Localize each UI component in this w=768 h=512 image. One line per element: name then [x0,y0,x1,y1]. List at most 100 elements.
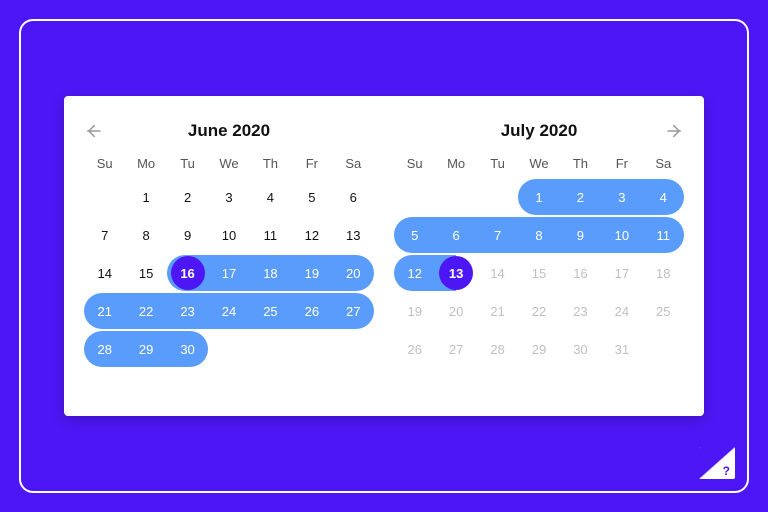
day-cell[interactable]: 8 [125,217,166,253]
weekday: Mo [435,156,476,171]
day-cell[interactable]: 20 [333,255,374,291]
weekday: Fr [291,156,332,171]
day-empty [643,331,684,367]
day-cell[interactable]: 29 [125,331,166,367]
day-cell[interactable]: 12 [291,217,332,253]
day-cell[interactable]: 10 [208,217,249,253]
weekday: Sa [333,156,374,171]
day-cell[interactable]: 7 [84,217,125,253]
day-cell[interactable]: 13 [435,255,476,291]
month-grid: 1234567891011121314151617181920212223242… [84,179,374,367]
month-grid: 1234567891011121314151617181920212223242… [394,179,684,367]
next-month-button[interactable] [662,118,688,144]
day-cell[interactable]: 1 [125,179,166,215]
day-cell[interactable]: 29 [518,331,559,367]
day-empty [435,179,476,215]
day-cell[interactable]: 2 [167,179,208,215]
day-cell[interactable]: 18 [250,255,291,291]
day-cell[interactable]: 17 [601,255,642,291]
day-cell[interactable]: 21 [84,293,125,329]
day-cell[interactable]: 25 [643,293,684,329]
day-cell[interactable]: 19 [394,293,435,329]
week-row: 123456 [84,179,374,215]
day-cell[interactable]: 23 [167,293,208,329]
day-cell[interactable]: 8 [518,217,559,253]
day-cell[interactable]: 14 [477,255,518,291]
day-cell[interactable]: 5 [291,179,332,215]
prev-month-button[interactable] [80,118,106,144]
day-cell[interactable]: 1 [518,179,559,215]
help-button[interactable]: ? [697,445,737,481]
day-cell[interactable]: 6 [435,217,476,253]
week-row: 14151617181920 [84,255,374,291]
day-cell[interactable]: 16 [560,255,601,291]
weekday: Tu [477,156,518,171]
day-cell[interactable]: 30 [560,331,601,367]
arrow-left-icon [83,121,103,141]
weekday: Th [560,156,601,171]
weekday: Fr [601,156,642,171]
day-cell[interactable]: 17 [208,255,249,291]
day-cell[interactable]: 30 [167,331,208,367]
week-row: 78910111213 [84,217,374,253]
day-cell[interactable]: 22 [125,293,166,329]
week-row: 1234 [394,179,684,215]
week-row: 282930 [84,331,374,367]
day-empty [84,179,125,215]
outer-frame: June 2020 Su Mo Tu We Th Fr Sa 123456789… [19,19,749,493]
day-cell[interactable]: 6 [333,179,374,215]
month-title: June 2020 [188,121,270,141]
day-cell[interactable]: 23 [560,293,601,329]
day-cell[interactable]: 2 [560,179,601,215]
day-cell[interactable]: 19 [291,255,332,291]
day-cell[interactable]: 13 [333,217,374,253]
weekday-row: Su Mo Tu We Th Fr Sa [394,156,684,171]
day-empty [291,331,332,367]
day-cell[interactable]: 26 [291,293,332,329]
weekday: Sa [643,156,684,171]
day-cell[interactable]: 11 [250,217,291,253]
day-cell[interactable]: 26 [394,331,435,367]
weekday: We [208,156,249,171]
day-cell[interactable]: 9 [167,217,208,253]
day-cell[interactable]: 16 [167,255,208,291]
day-cell[interactable]: 31 [601,331,642,367]
day-cell[interactable]: 10 [601,217,642,253]
day-cell[interactable]: 11 [643,217,684,253]
day-cell[interactable]: 24 [208,293,249,329]
day-cell[interactable]: 4 [250,179,291,215]
day-cell[interactable]: 22 [518,293,559,329]
day-cell[interactable]: 15 [125,255,166,291]
week-row: 19202122232425 [394,293,684,329]
day-cell[interactable]: 21 [477,293,518,329]
weekday-row: Su Mo Tu We Th Fr Sa [84,156,374,171]
day-cell[interactable]: 14 [84,255,125,291]
week-row: 12131415161718 [394,255,684,291]
day-cell[interactable]: 28 [477,331,518,367]
day-cell[interactable]: 12 [394,255,435,291]
day-cell[interactable]: 7 [477,217,518,253]
day-cell[interactable]: 3 [601,179,642,215]
day-cell[interactable]: 15 [518,255,559,291]
date-range-picker: June 2020 Su Mo Tu We Th Fr Sa 123456789… [64,96,704,416]
day-cell[interactable]: 5 [394,217,435,253]
day-cell[interactable]: 27 [435,331,476,367]
day-cell[interactable]: 4 [643,179,684,215]
day-cell[interactable]: 28 [84,331,125,367]
day-cell[interactable]: 25 [250,293,291,329]
day-cell[interactable]: 20 [435,293,476,329]
day-cell[interactable]: 27 [333,293,374,329]
weekday: Su [394,156,435,171]
week-row: 567891011 [394,217,684,253]
day-cell[interactable]: 9 [560,217,601,253]
help-icon: ? [723,464,730,478]
month-header: June 2020 [84,118,374,144]
day-cell[interactable]: 18 [643,255,684,291]
month-left: June 2020 Su Mo Tu We Th Fr Sa 123456789… [84,118,374,400]
day-empty [394,179,435,215]
week-row: 21222324252627 [84,293,374,329]
day-cell[interactable]: 3 [208,179,249,215]
day-empty [477,179,518,215]
weekday: Th [250,156,291,171]
day-cell[interactable]: 24 [601,293,642,329]
